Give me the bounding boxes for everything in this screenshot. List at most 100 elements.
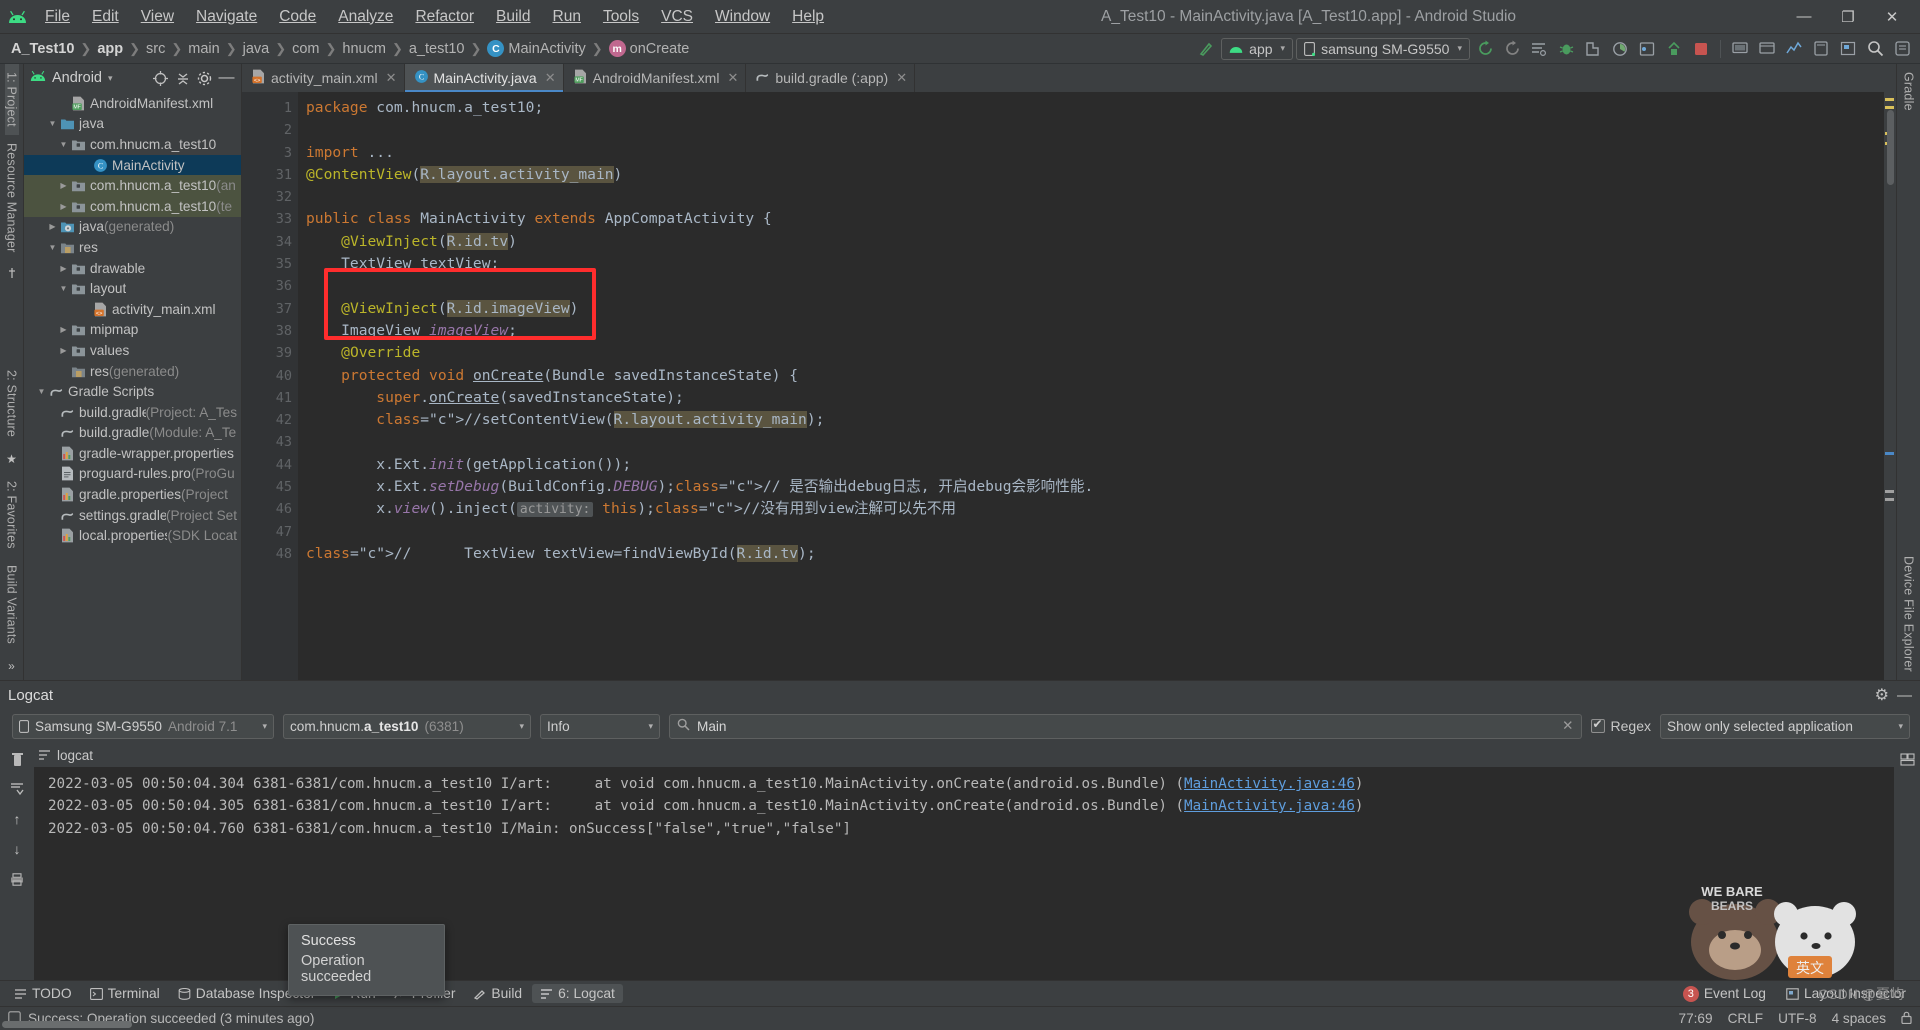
tree-node[interactable]: ▼ layout (24, 278, 241, 299)
gutter-line-number[interactable]: 36 (242, 275, 298, 297)
sidebar-item-build-variants[interactable]: Build Variants (5, 557, 19, 652)
menu-refactor[interactable]: Refactor (404, 5, 485, 29)
profiler-toolbar-icon[interactable] (1782, 37, 1806, 61)
gutter-line-number[interactable]: 2 (242, 119, 298, 141)
avd-manager-icon[interactable] (1527, 37, 1551, 61)
star-icon[interactable]: ★ (6, 445, 17, 473)
editor-vertical-scrollbar[interactable] (1887, 110, 1894, 185)
code-line[interactable] (298, 275, 1884, 297)
layout-inspector-toolbar-icon[interactable] (1836, 37, 1860, 61)
editor-tab-activity-main-xml[interactable]: <> activity_main.xml ✕ (242, 64, 405, 92)
sidebar-item-favorites[interactable]: 2: Favorites (5, 473, 19, 557)
sync-project-icon[interactable] (1500, 37, 1524, 61)
code-line[interactable]: class="c">//setContentView(R.layout.acti… (298, 409, 1884, 431)
up-icon[interactable]: ↑ (5, 807, 29, 831)
code-line[interactable] (298, 521, 1884, 543)
menu-window[interactable]: Window (704, 5, 781, 29)
minimize-button[interactable]: — (1782, 2, 1826, 32)
device-explorer-icon[interactable] (1809, 37, 1833, 61)
tree-node[interactable]: local.properties (SDK Locat (24, 525, 241, 546)
gutter-line-number[interactable]: 45 (242, 476, 298, 498)
tool-window-logcat[interactable]: 6: Logcat (532, 984, 623, 1003)
menu-build[interactable]: Build (485, 5, 541, 29)
avd-device-manager-icon[interactable] (1728, 37, 1752, 61)
editor-tab-bar[interactable]: <> activity_main.xml ✕ C MainActivity.java ✕ M… (242, 64, 1896, 92)
maximize-button[interactable]: ❐ (1826, 2, 1870, 32)
close-icon[interactable]: ✕ (896, 70, 907, 86)
apply-changes-icon[interactable] (1662, 37, 1686, 61)
chevron-right-icon[interactable]: ▶ (46, 222, 59, 231)
menu-vcs[interactable]: VCS (650, 5, 704, 29)
menu-navigate[interactable]: Navigate (185, 5, 268, 29)
editor-tab-androidmanifest-xml[interactable]: MF AndroidManifest.xml ✕ (564, 64, 747, 92)
editor-tab-mainactivity-java[interactable]: C MainActivity.java ✕ (404, 64, 564, 92)
tool-window-todo[interactable]: TODO (6, 984, 80, 1003)
logcat-device-selector[interactable]: Samsung SM-G9550 Android 7.1 ▾ (12, 713, 274, 739)
chevron-down-icon[interactable]: ▼ (35, 387, 48, 396)
gutter-line-number[interactable]: 40 (242, 365, 314, 387)
breadcrumb-item-oncreate[interactable]: m onCreate (606, 39, 693, 58)
code-line[interactable]: ImageView imageView; (298, 320, 1884, 342)
chevron-right-icon[interactable]: ▶ (57, 346, 70, 355)
menu-code[interactable]: Code (268, 5, 327, 29)
project-tree-hscrollbar[interactable] (0, 1021, 1920, 1030)
run-configuration-selector[interactable]: app ▾ (1221, 37, 1294, 60)
tree-node[interactable]: settings.gradle (Project Set (24, 505, 241, 526)
editor-tab-build-gradle---app-[interactable]: build.gradle (:app) ✕ (746, 64, 916, 92)
editor-gutter[interactable]: 123313233<>34353637383940414243444546474… (242, 92, 323, 680)
tree-node[interactable]: ▼ res (24, 237, 241, 258)
tree-node[interactable]: ▶ values (24, 340, 241, 361)
logcat-source-link[interactable]: MainActivity.java:46 (1184, 798, 1355, 814)
profile-icon[interactable] (1608, 37, 1632, 61)
gutter-line-number[interactable]: 31 (242, 164, 298, 186)
breadcrumb-item-src[interactable]: src (143, 40, 168, 58)
gutter-line-number[interactable]: 33<> (242, 208, 323, 230)
tree-node[interactable]: ▼ com.hnucm.a_test10 (24, 134, 241, 155)
tree-node[interactable]: proguard-rules.pro (ProGu (24, 464, 241, 485)
logcat-process-selector[interactable]: com.hnucm.a_test10 (6381) ▾ (283, 713, 531, 739)
soft-wrap-icon[interactable] (1895, 747, 1919, 771)
menu-file[interactable]: File (34, 5, 81, 29)
project-view-selector-label[interactable]: Android (52, 70, 102, 86)
code-line[interactable]: package com.hnucm.a_test10; (298, 97, 1884, 119)
tree-node[interactable]: ▶ com.hnucm.a_test10 (te (24, 195, 241, 217)
down-icon[interactable]: ↓ (5, 837, 29, 861)
gear-icon[interactable] (194, 68, 215, 89)
tree-node[interactable]: ▶ java (generated) (24, 217, 241, 238)
chevron-right-icon[interactable]: ▶ (57, 325, 70, 334)
tree-node[interactable]: ▼ Gradle Scripts (24, 381, 241, 402)
logcat-line[interactable]: 2022-03-05 00:50:04.305 6381-6381/com.hn… (48, 795, 1894, 817)
gutter-line-number[interactable]: 34 (242, 231, 298, 253)
menu-help[interactable]: Help (781, 5, 835, 29)
chevron-down-icon[interactable]: ▼ (57, 284, 70, 293)
layout-editor-icon[interactable] (1635, 37, 1659, 61)
breadcrumb-item-atest10[interactable]: a_test10 (406, 40, 468, 58)
code-line[interactable]: @ViewInject(R.id.tv) (298, 231, 1884, 253)
breadcrumb-item-mainactivity[interactable]: C MainActivity (484, 39, 588, 58)
scroll-from-source-icon[interactable] (150, 68, 171, 89)
logcat-level-selector[interactable]: Info ▾ (540, 713, 660, 739)
sidebar-item-project[interactable]: 1: Project (4, 64, 19, 135)
code-line[interactable]: TextView textView; (298, 253, 1884, 275)
gutter-line-number[interactable]: 44 (242, 454, 298, 476)
code-line[interactable]: x.Ext.init(getApplication()); (298, 454, 1884, 476)
tool-window-build[interactable]: Build (465, 984, 530, 1003)
close-icon[interactable]: ✕ (386, 70, 397, 86)
gutter-line-number[interactable]: 41 (242, 387, 298, 409)
tree-node[interactable]: gradle.properties (Project (24, 484, 241, 505)
notification-balloon[interactable]: Success Operation succeeded (288, 924, 445, 996)
search-icon[interactable] (1863, 37, 1887, 61)
code-line[interactable]: @ViewInject(R.id.imageView) (298, 298, 1884, 320)
gutter-line-number[interactable]: 43 (242, 431, 298, 453)
code-line[interactable]: @Override (298, 342, 1884, 364)
breadcrumb-item-project[interactable]: A_Test10 (8, 40, 77, 58)
close-icon[interactable]: ✕ (727, 70, 738, 86)
sidebar-item-resource-manager[interactable]: Resource Manager (5, 135, 19, 261)
logcat-source-link[interactable]: MainActivity.java:46 (1184, 776, 1355, 792)
more-tool-windows-icon[interactable]: » (8, 652, 15, 680)
gutter-line-number[interactable]: 32 (242, 186, 298, 208)
sync-gradle-icon[interactable] (1473, 37, 1497, 61)
gutter-line-number[interactable]: 37 (242, 298, 298, 320)
chevron-down-icon[interactable]: ▾ (108, 73, 113, 84)
close-icon[interactable]: ✕ (545, 70, 556, 86)
